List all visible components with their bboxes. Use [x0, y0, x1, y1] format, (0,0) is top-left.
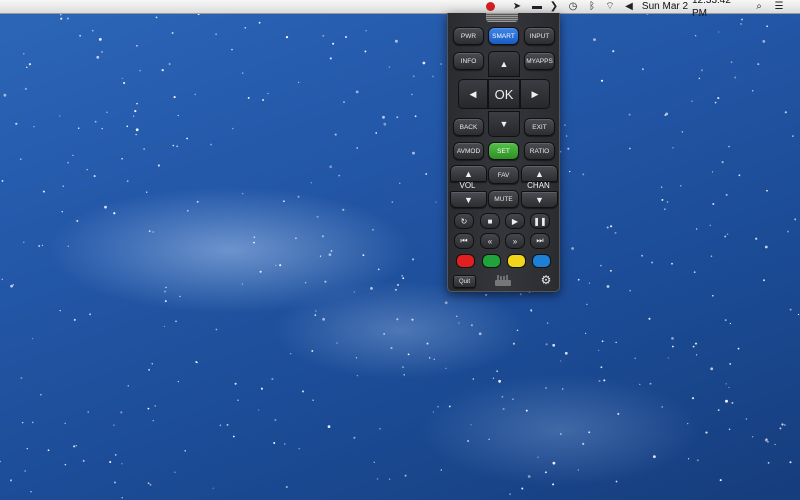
replay-icon: ↻ [460, 216, 468, 226]
chan-down-button[interactable]: ▼ [521, 191, 558, 208]
skip-back-button[interactable]: ⏮ [454, 233, 474, 249]
vol-down-button[interactable]: ▼ [450, 191, 487, 208]
keyboard-icon[interactable] [494, 274, 512, 286]
arrow-up-icon: ▲ [499, 59, 509, 69]
ratio-button[interactable]: RATIO [524, 142, 555, 160]
left-button[interactable]: ◀ [458, 79, 488, 109]
time-machine-icon[interactable]: ◷ [566, 0, 580, 13]
bluetooth-icon[interactable]: ᛒ [586, 0, 598, 13]
green-button[interactable] [482, 254, 501, 268]
record-icon[interactable] [484, 0, 496, 13]
fav-button[interactable]: FAV [488, 166, 519, 184]
skip-forward-button[interactable]: ⏭ [530, 233, 550, 249]
chevron-icon[interactable]: ❯ [548, 0, 560, 13]
arrow-right-icon: ▶ [531, 88, 539, 99]
forward-icon[interactable]: ➤ [510, 0, 524, 13]
stop-icon: ■ [487, 216, 493, 226]
arrow-down-icon: ▼ [535, 194, 544, 205]
yellow-button[interactable] [507, 254, 526, 268]
avmod-button[interactable]: AVMOD [453, 142, 484, 160]
play-icon: ▶ [511, 216, 519, 226]
exit-button[interactable]: EXIT [524, 118, 555, 136]
panel-drag-handle[interactable] [486, 13, 518, 22]
right-button[interactable]: ▶ [520, 79, 550, 109]
stop-button[interactable]: ■ [480, 213, 500, 229]
arrow-up-icon: ▲ [464, 168, 473, 179]
rewind-icon: « [487, 236, 493, 246]
chan-label: CHAN [527, 181, 550, 190]
starfield [0, 13, 800, 499]
wifi-icon[interactable]: ⌔ [602, 0, 618, 13]
menubar-date[interactable]: Sun Mar 2 [640, 0, 690, 13]
arrow-left-icon: ◀ [469, 88, 477, 99]
ok-button[interactable]: OK [488, 79, 520, 109]
smart-button[interactable]: SMART [488, 27, 519, 45]
volume-icon[interactable]: ◀ [622, 0, 636, 13]
arrow-down-icon: ▼ [464, 194, 473, 205]
vol-label: VOL [459, 181, 476, 190]
gear-icon[interactable]: ⚙ [539, 273, 553, 287]
back-button[interactable]: BACK [453, 118, 484, 136]
fast-forward-button[interactable]: » [505, 233, 525, 249]
skip-back-icon: ⏮ [460, 236, 468, 245]
fast-forward-icon: » [512, 236, 518, 246]
battery-icon[interactable]: ▬ [530, 0, 544, 13]
chan-up-button[interactable]: ▲ [521, 165, 558, 182]
arrow-up-icon: ▲ [535, 168, 544, 179]
remote-control-panel: PWR SMART INPUT INFO MYAPPS ▲ ◀ OK ▶ ▼ B… [447, 13, 560, 292]
vol-up-button[interactable]: ▲ [450, 165, 487, 182]
red-button[interactable] [456, 254, 475, 268]
quit-button[interactable]: Quit [453, 275, 476, 288]
pwr-button[interactable]: PWR [453, 27, 484, 45]
desktop-wallpaper [0, 0, 800, 500]
rewind-button[interactable]: « [480, 233, 500, 249]
skip-forward-icon: ⏭ [536, 236, 544, 245]
list-icon[interactable]: ☰ [772, 0, 786, 13]
up-button[interactable]: ▲ [488, 51, 520, 77]
down-button[interactable]: ▼ [488, 111, 520, 137]
info-button[interactable]: INFO [453, 52, 484, 70]
search-icon[interactable]: ⌕ [752, 0, 766, 13]
arrow-down-icon: ▼ [499, 119, 509, 129]
mute-button[interactable]: MUTE [488, 190, 519, 208]
set-button[interactable]: SET [488, 142, 519, 160]
input-button[interactable]: INPUT [524, 27, 555, 45]
menu-bar: ➤ ▬ ❯ ◷ ᛒ ⌔ ◀ Sun Mar 2 12:33:42 PM ⌕ ☰ [0, 0, 800, 19]
myapps-button[interactable]: MYAPPS [524, 52, 555, 70]
menubar-clock[interactable]: 12:33:42 PM [692, 0, 748, 19]
replay-button[interactable]: ↻ [454, 213, 474, 229]
pause-button[interactable]: ❚❚ [530, 213, 550, 229]
pause-icon: ❚❚ [533, 216, 547, 226]
blue-button[interactable] [532, 254, 551, 268]
play-button[interactable]: ▶ [505, 213, 525, 229]
